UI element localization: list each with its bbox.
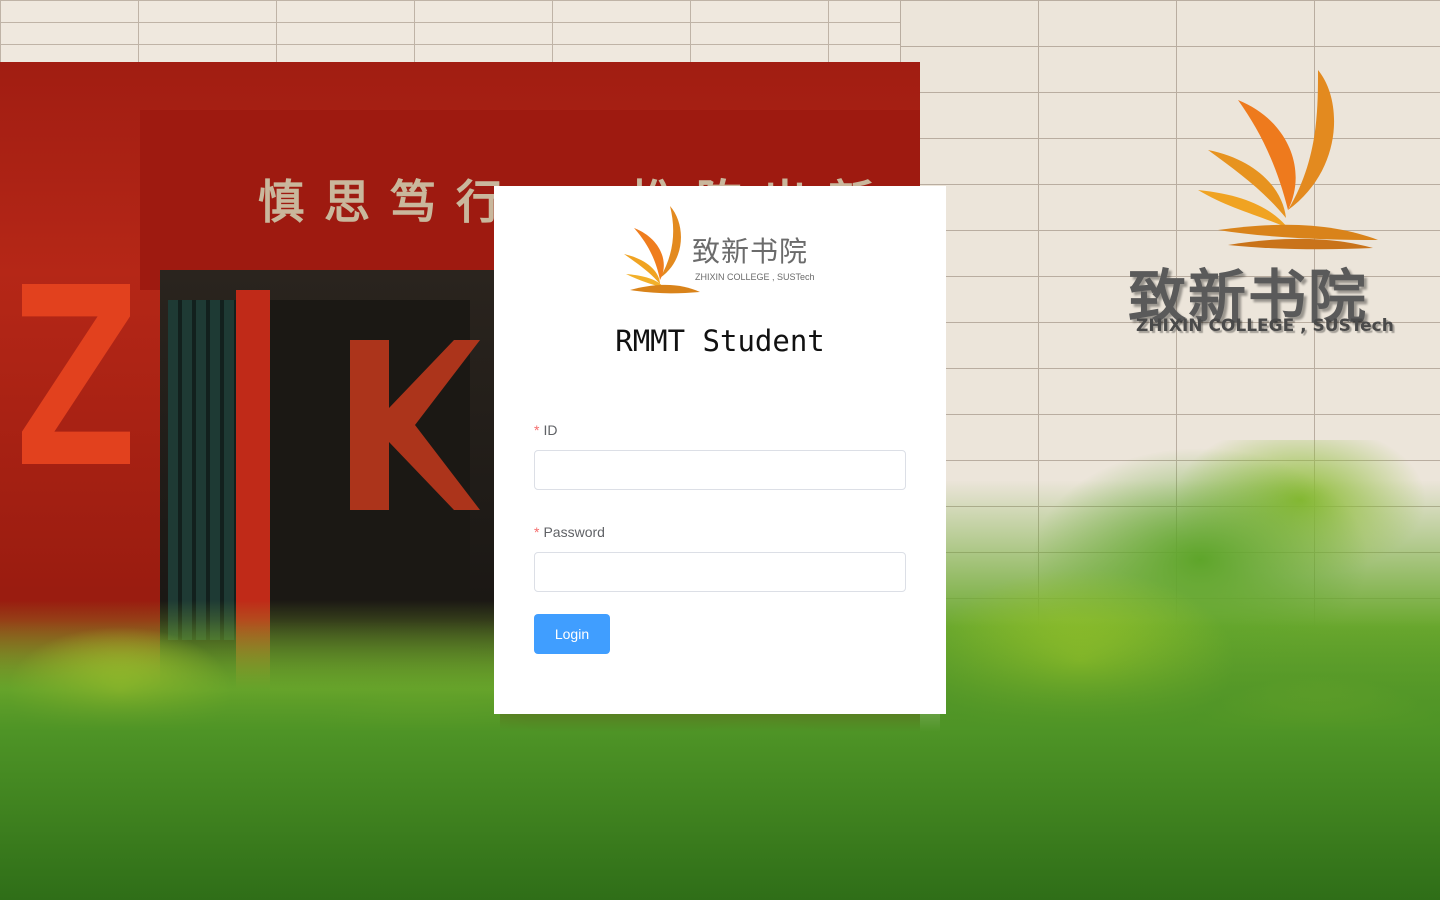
wall-logo-name-en: ZHIXIN COLLEGE , SUSTech — [1136, 316, 1394, 336]
id-label: * ID — [534, 422, 557, 438]
logo-name-en: ZHIXIN COLLEGE , SUSTech — [695, 272, 815, 282]
id-label-text: ID — [543, 422, 558, 438]
id-required-mark: * — [534, 422, 540, 438]
login-button[interactable]: Login — [534, 614, 610, 654]
wall-logo-emblem-icon — [1198, 70, 1378, 250]
college-logo: 致新书院 ZHIXIN COLLEGE , SUSTech — [620, 204, 820, 296]
password-label: * Password — [534, 524, 605, 540]
password-required-mark: * — [534, 524, 540, 540]
page-title: RMMT Student — [615, 324, 825, 358]
password-label-text: Password — [543, 524, 605, 540]
wall-college-logo: 致新书院 ZHIXIN COLLEGE , SUSTech — [1128, 60, 1408, 350]
login-card: 致新书院 ZHIXIN COLLEGE , SUSTech RMMT Stude… — [494, 186, 946, 714]
password-input[interactable] — [534, 552, 906, 592]
id-input[interactable] — [534, 450, 906, 490]
logo-name-cn: 致新书院 — [692, 235, 809, 268]
logo-emblem-icon — [624, 206, 700, 294]
